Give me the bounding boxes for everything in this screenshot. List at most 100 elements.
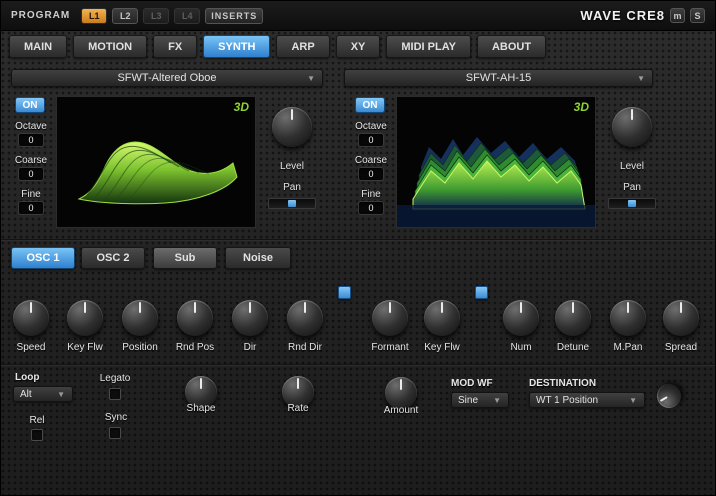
knob-pointer — [660, 396, 668, 402]
speed-knob[interactable] — [13, 300, 49, 336]
mute-button[interactable]: m — [670, 8, 685, 23]
osc1-fine-value[interactable]: 0 — [18, 201, 44, 215]
sync-checkbox[interactable] — [109, 427, 121, 439]
knob-pointer — [249, 302, 251, 313]
osc2-octave-value[interactable]: 0 — [358, 133, 384, 147]
tab-motion[interactable]: MOTION — [73, 35, 147, 58]
separator — [1, 364, 715, 366]
brand-title: WAVE CRE8 — [580, 8, 665, 23]
formant-toggle[interactable] — [338, 286, 351, 299]
detune-knob[interactable] — [555, 300, 591, 336]
tab-arp[interactable]: ARP — [276, 35, 329, 58]
legato-checkbox[interactable] — [109, 388, 121, 400]
num-knob-label: Num — [493, 342, 549, 353]
unison-toggle[interactable] — [475, 286, 488, 299]
osc2-on-button[interactable]: ON — [355, 97, 385, 113]
osc2-pan-slider[interactable] — [608, 198, 656, 209]
legato-label: Legato — [93, 373, 137, 384]
layer-4-button[interactable]: L4 — [174, 8, 200, 24]
wave-cre8-plugin-window: PROGRAM L1 L2 L3 L4 INSERTS WAVE CRE8 m … — [0, 0, 716, 496]
chevron-down-icon: ▼ — [493, 396, 501, 405]
knob-pointer — [389, 302, 391, 313]
osc1-wavetable-3d-display[interactable]: 3D — [56, 96, 256, 228]
mod-wf-label: MOD WF — [451, 378, 511, 389]
knob-pointer — [627, 302, 629, 313]
dir-knob[interactable] — [232, 300, 268, 336]
loop-label: Loop — [15, 372, 55, 383]
osc2-level-knob[interactable] — [612, 107, 652, 147]
rnd-dir-knob-label: Rnd Dir — [277, 342, 333, 353]
tab-fx[interactable]: FX — [153, 35, 197, 58]
tab-about[interactable]: ABOUT — [477, 35, 546, 58]
knob-pointer — [84, 302, 86, 313]
tab-osc-2[interactable]: OSC 2 — [81, 247, 145, 269]
spread-knob-label: Spread — [653, 342, 709, 353]
slider-thumb[interactable] — [288, 200, 296, 207]
tab-synth[interactable]: SYNTH — [203, 35, 270, 58]
tab-midi-play[interactable]: MIDI PLAY — [386, 35, 471, 58]
spread-knob[interactable] — [663, 300, 699, 336]
slider-thumb[interactable] — [628, 200, 636, 207]
osc1-level-knob[interactable] — [272, 107, 312, 147]
knob-pointer — [194, 302, 196, 313]
chevron-down-icon: ▼ — [637, 74, 645, 83]
osc2-wavetable-select[interactable]: SFWT-AH-15 ▼ — [344, 69, 653, 87]
m-pan-knob-label: M.Pan — [600, 342, 656, 353]
osc2-coarse-value[interactable]: 0 — [358, 167, 384, 181]
layer-2-button[interactable]: L2 — [112, 8, 138, 24]
position-knob-label: Position — [112, 342, 168, 353]
osc1-coarse-value[interactable]: 0 — [18, 167, 44, 181]
osc1-wavetable-surface — [57, 97, 255, 227]
inserts-button[interactable]: INSERTS — [205, 8, 263, 24]
layer-3-button[interactable]: L3 — [143, 8, 169, 24]
knob-pointer — [291, 109, 293, 120]
knob-pointer — [139, 302, 141, 313]
destination-select[interactable]: WT 1 Position ▼ — [529, 392, 645, 408]
knob-pointer — [304, 302, 306, 313]
osc2-level-label: Level — [607, 161, 657, 172]
formant-key-flw-knob[interactable] — [424, 300, 460, 336]
tab-sub[interactable]: Sub — [153, 247, 217, 269]
destination-value: WT 1 Position — [536, 395, 598, 406]
key-flw-knob[interactable] — [67, 300, 103, 336]
osc1-octave-value[interactable]: 0 — [18, 133, 44, 147]
m-pan-knob[interactable] — [610, 300, 646, 336]
formant-knob[interactable] — [372, 300, 408, 336]
knob-pointer — [680, 302, 682, 313]
tab-xy[interactable]: XY — [336, 35, 381, 58]
rel-label: Rel — [17, 415, 57, 426]
rel-checkbox[interactable] — [31, 429, 43, 441]
layer-1-button[interactable]: L1 — [81, 8, 107, 24]
solo-button[interactable]: S — [690, 8, 705, 23]
destination-label: DESTINATION — [529, 378, 619, 389]
rnd-dir-knob[interactable] — [287, 300, 323, 336]
mod-wf-select[interactable]: Sine ▼ — [451, 392, 509, 408]
position-knob[interactable] — [122, 300, 158, 336]
top-bar: PROGRAM L1 L2 L3 L4 INSERTS WAVE CRE8 m … — [1, 1, 715, 31]
osc2-wavetable-3d-display[interactable]: 3D — [396, 96, 596, 228]
knob-pointer — [631, 109, 633, 120]
osc2-fine-value[interactable]: 0 — [358, 201, 384, 215]
tab-main[interactable]: MAIN — [9, 35, 67, 58]
osc1-on-button[interactable]: ON — [15, 97, 45, 113]
program-label: PROGRAM — [11, 10, 70, 21]
osc2-octave-label: Octave — [345, 121, 397, 132]
loop-mode-select[interactable]: Alt ▼ — [13, 386, 73, 402]
rnd-pos-knob[interactable] — [177, 300, 213, 336]
osc2-wavetable-surface — [397, 97, 595, 227]
chevron-down-icon: ▼ — [307, 74, 315, 83]
knob-pointer — [441, 302, 443, 313]
num-knob[interactable] — [503, 300, 539, 336]
osc1-wavetable-select[interactable]: SFWT-Altered Oboe ▼ — [11, 69, 323, 87]
key-flw-knob-label: Key Flw — [57, 342, 113, 353]
rnd-pos-knob-label: Rnd Pos — [167, 342, 223, 353]
detune-knob-label: Detune — [545, 342, 601, 353]
formant-key-flw-knob-label: Key Flw — [414, 342, 470, 353]
osc1-wavetable-name: SFWT-Altered Oboe — [117, 72, 216, 84]
loop-mode-value: Alt — [20, 389, 32, 400]
tab-osc-1[interactable]: OSC 1 — [11, 247, 75, 269]
formant-knob-label: Formant — [362, 342, 418, 353]
osc1-pan-slider[interactable] — [268, 198, 316, 209]
tab-noise[interactable]: Noise — [225, 247, 291, 269]
mod-depth-knob[interactable] — [653, 380, 686, 413]
